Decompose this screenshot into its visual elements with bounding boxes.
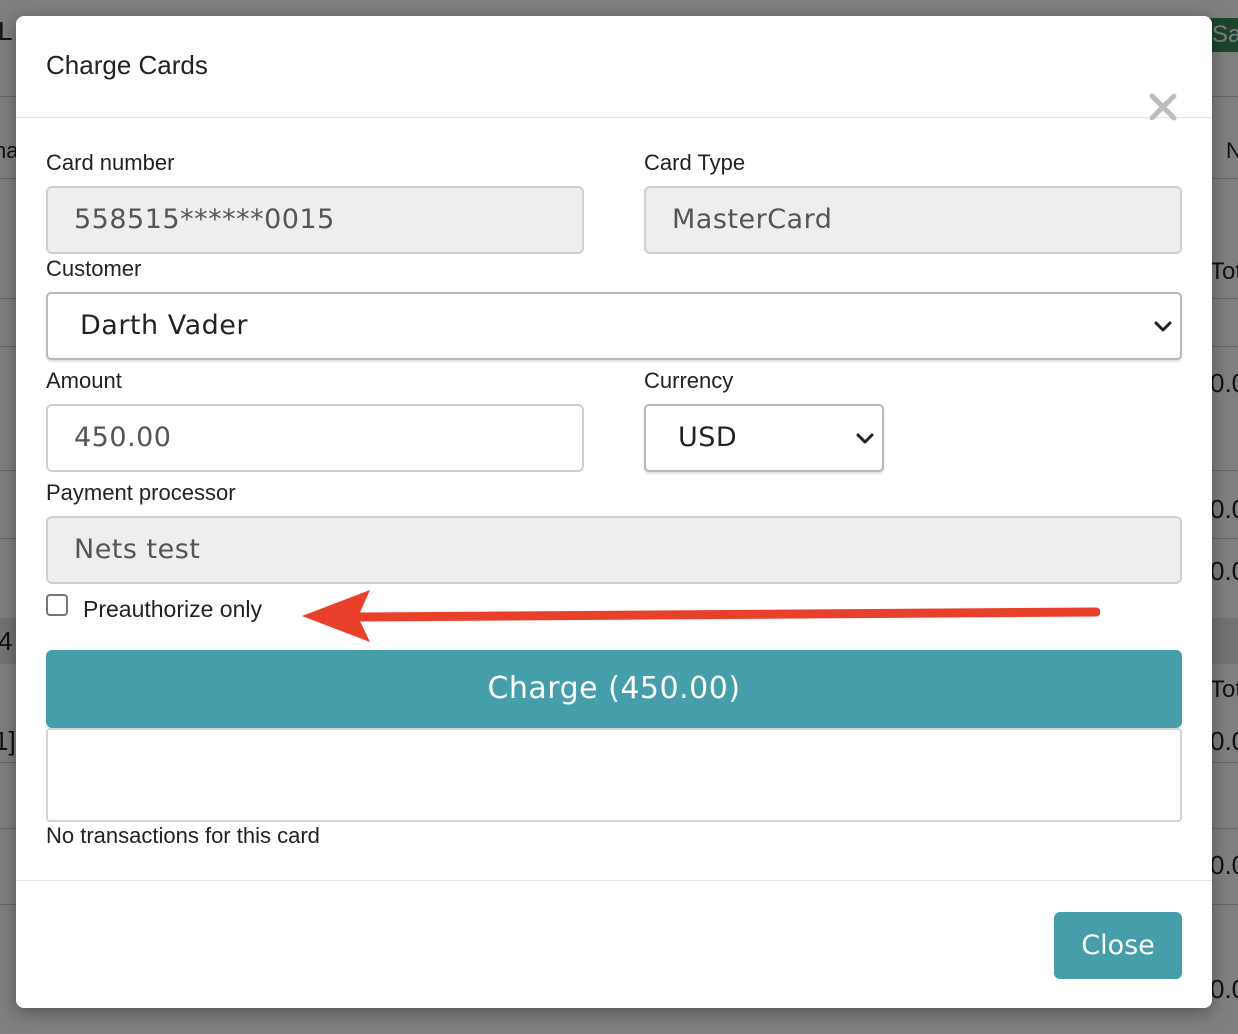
currency-selected-value: USD (678, 422, 738, 453)
customer-selected-value: Darth Vader (80, 310, 248, 341)
customer-select[interactable]: Darth Vader (46, 292, 1182, 360)
charge-cards-modal: Charge Cards Card number 558515******001… (16, 16, 1212, 1008)
currency-label: Currency (644, 368, 734, 393)
currency-select[interactable]: USD (644, 404, 884, 472)
payment-processor-field: Nets test (46, 516, 1182, 584)
card-number-label: Card number (46, 150, 175, 175)
no-transactions-text: No transactions for this card (46, 823, 320, 848)
chevron-down-icon (1154, 321, 1172, 332)
modal-header: Charge Cards (16, 16, 1212, 121)
amount-input[interactable]: 450.00 (46, 404, 584, 472)
transactions-list (46, 728, 1182, 822)
amount-label: Amount (46, 368, 122, 393)
charge-button[interactable]: Charge (450.00) (46, 650, 1182, 728)
modal-footer-divider (16, 880, 1212, 881)
card-type-field: MasterCard (644, 186, 1182, 254)
close-button[interactable]: Close (1054, 912, 1182, 979)
card-type-label: Card Type (644, 150, 746, 175)
chevron-down-icon (856, 433, 874, 444)
close-x-icon[interactable] (1146, 90, 1180, 124)
modal-title: Charge Cards (46, 50, 208, 80)
customer-label: Customer (46, 256, 142, 281)
red-arrow-icon (302, 590, 1100, 642)
payment-processor-label: Payment processor (46, 480, 236, 505)
preauthorize-checkbox[interactable] (46, 594, 68, 616)
card-number-field: 558515******0015 (46, 186, 584, 254)
preauthorize-label[interactable]: Preauthorize only (83, 596, 262, 623)
